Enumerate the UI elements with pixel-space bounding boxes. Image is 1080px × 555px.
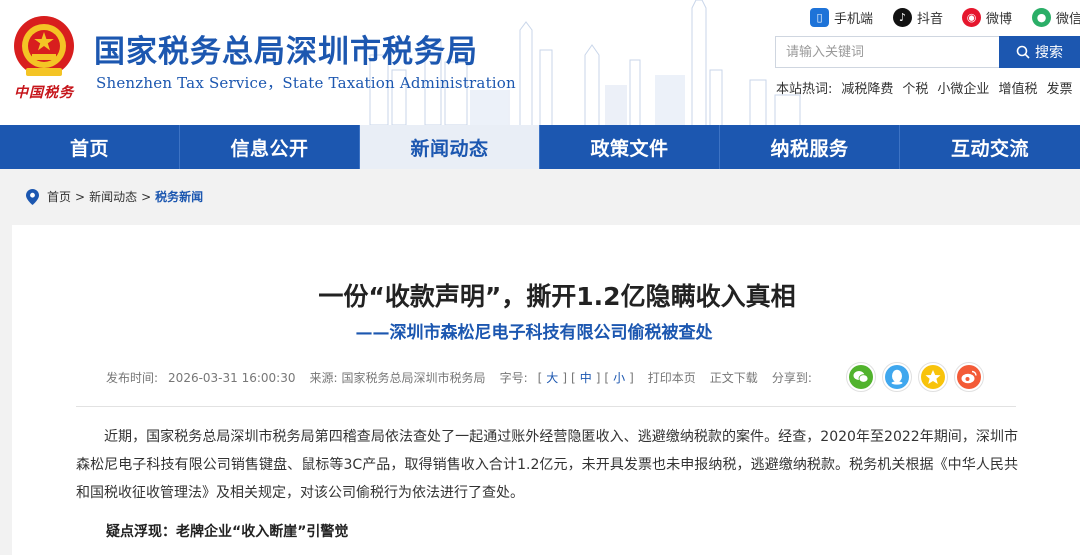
breadcrumb-news[interactable]: 新闻动态: [89, 188, 137, 205]
hot-words-label: 本站热词:: [776, 82, 833, 97]
article-paragraph: 近期，国家税务总局深圳市税务局第四稽查局依法查处了一起通过账外经营隐匿收入、逃避…: [76, 429, 1018, 501]
location-pin-icon: [26, 188, 39, 205]
weibo-link[interactable]: ◉ 微博: [962, 7, 1012, 27]
mobile-icon: ▯: [810, 7, 829, 27]
share-wechat-button[interactable]: [846, 362, 876, 392]
section-heading: 疑点浮现：老牌企业“收入断崖”引警觉: [106, 524, 349, 540]
share-qq-button[interactable]: [882, 362, 912, 392]
hot-word-link[interactable]: 小微企业: [937, 78, 989, 97]
hot-word-link[interactable]: 个税: [902, 78, 928, 97]
weibo-icon: [957, 365, 981, 389]
douyin-icon: ♪: [893, 7, 912, 27]
search-icon: [1016, 45, 1030, 59]
share-buttons: [846, 362, 984, 392]
download-link[interactable]: 正文下载: [710, 369, 758, 386]
douyin-link[interactable]: ♪ 抖音: [893, 7, 943, 27]
site-header: 中国税务 国家税务总局深圳市税务局 Shenzhen Tax Service，S…: [0, 0, 1080, 125]
site-title[interactable]: 国家税务总局深圳市税务局: [94, 26, 478, 71]
qzone-icon: [921, 365, 945, 389]
font-size-label: 字号:: [499, 371, 528, 385]
hot-words: 本站热词: 减税降费 个税 小微企业 增值税 发票: [776, 78, 1080, 97]
share-label: 分享到:: [771, 371, 812, 385]
search-button[interactable]: 搜索: [999, 36, 1080, 68]
nav-policy[interactable]: 政策文件: [540, 125, 720, 169]
share-qzone-button[interactable]: [918, 362, 948, 392]
seal-text: 中国税务: [14, 85, 74, 101]
font-size-large[interactable]: [大]: [538, 369, 567, 386]
nav-home[interactable]: 首页: [0, 125, 180, 169]
hot-word-link[interactable]: 减税降费: [841, 78, 893, 97]
publish-time: 2026-03-31 16:00:30: [168, 370, 296, 385]
article-subtitle: ——深圳市森松尼电子科技有限公司偷税被查处: [355, 323, 713, 343]
article-card: 一份“收款声明”，撕开1.2亿隐瞒收入真相 ——深圳市森松尼电子科技有限公司偷税…: [12, 225, 1080, 555]
mobile-label: 手机端: [834, 11, 874, 27]
nav-news[interactable]: 新闻动态: [360, 125, 540, 169]
mobile-link[interactable]: ▯ 手机端: [810, 7, 873, 27]
share-weibo-button[interactable]: [954, 362, 984, 392]
search-button-label: 搜索: [1035, 45, 1063, 61]
wechat-icon: ●: [1032, 7, 1051, 27]
wechat-label: 微信: [1056, 11, 1080, 27]
breadcrumb: 首页 > 新闻动态 > 税务新闻: [26, 188, 203, 205]
main-nav: 首页 信息公开 新闻动态 政策文件 纳税服务 互动交流: [0, 125, 1080, 169]
wechat-link[interactable]: ● 微信: [1032, 7, 1080, 27]
nav-tax-service[interactable]: 纳税服务: [720, 125, 900, 169]
site-subtitle: Shenzhen Tax Service，State Taxation Admi…: [96, 74, 516, 92]
source-label: 来源:: [309, 371, 338, 385]
print-link[interactable]: 打印本页: [648, 369, 696, 386]
article-title: 一份“收款声明”，撕开1.2亿隐瞒收入真相: [318, 282, 796, 311]
weibo-icon: ◉: [962, 7, 981, 27]
breadcrumb-home[interactable]: 首页: [47, 188, 71, 205]
article-meta: 发布时间: 2026-03-31 16:00:30 来源: 国家税务总局深圳市税…: [106, 369, 812, 386]
qq-icon: [885, 365, 909, 389]
source: 国家税务总局深圳市税务局: [341, 371, 486, 385]
hot-word-link[interactable]: 增值税: [998, 78, 1037, 97]
font-size-small[interactable]: [小]: [604, 369, 633, 386]
breadcrumb-separator: >: [75, 189, 86, 204]
breadcrumb-separator: >: [141, 189, 152, 204]
publish-time-label: 发布时间:: [106, 371, 159, 385]
douyin-label: 抖音: [917, 11, 944, 27]
meta-divider: [76, 406, 1016, 407]
breadcrumb-current[interactable]: 税务新闻: [155, 188, 203, 205]
hot-word-link[interactable]: 发票: [1046, 78, 1072, 97]
nav-interaction[interactable]: 互动交流: [900, 125, 1080, 169]
font-size-medium[interactable]: [中]: [571, 369, 600, 386]
search-input[interactable]: [775, 36, 1000, 68]
weibo-label: 微博: [986, 11, 1013, 27]
wechat-icon: [849, 365, 873, 389]
nav-info-disclosure[interactable]: 信息公开: [180, 125, 360, 169]
national-emblem-icon: [14, 16, 74, 76]
